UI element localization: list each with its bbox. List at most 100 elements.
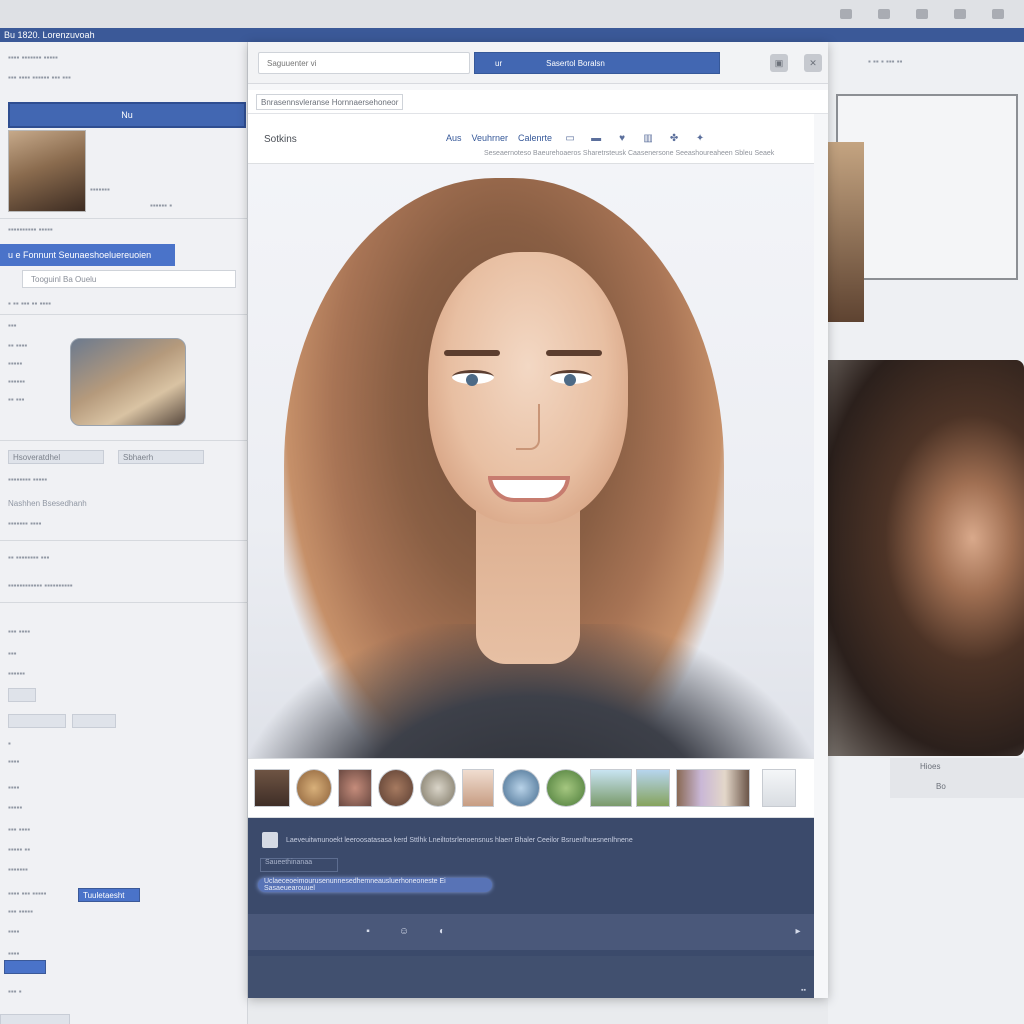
photo-brow xyxy=(546,350,602,356)
sidebar-row: ▪▪▪ xyxy=(8,320,17,330)
sidebar-row: ▪▪▪▪ xyxy=(8,782,20,792)
sidebar-row: ▪▪▪ xyxy=(8,648,17,658)
profile-thumbnail[interactable] xyxy=(8,130,86,212)
thumb-round-4[interactable] xyxy=(502,769,540,807)
sticker-icon[interactable]: ◐ xyxy=(436,926,448,938)
sidebar-row: ▪ xyxy=(8,738,11,748)
photo-mouth xyxy=(488,476,570,502)
share-icon[interactable]: ✤ xyxy=(666,132,682,144)
modal-toolbar: ur Sasertol Boralsn ▣ ✕ xyxy=(248,42,828,84)
sidebar-chip[interactable] xyxy=(0,1014,70,1024)
divider xyxy=(0,540,248,541)
thumb-portrait-1[interactable] xyxy=(254,769,290,807)
modal-action-button[interactable]: ur Sasertol Boralsn xyxy=(474,52,720,74)
tag-icon[interactable]: ▬ xyxy=(588,132,604,144)
selected-item-label: u e Fonnunt Seunaeshoeluereuoien xyxy=(8,250,152,260)
sidebar-row: ▪▪▪▪▪▪▪▪▪▪ ▪▪▪▪▪ xyxy=(8,224,53,234)
nav-item[interactable]: Calenrte xyxy=(518,133,552,143)
thumb-round-1[interactable] xyxy=(296,769,332,807)
sidebar-row: ▪▪▪▪▪ ▪▪ xyxy=(8,844,31,854)
post-thumbnail[interactable] xyxy=(70,338,186,426)
divider xyxy=(0,602,248,603)
grid-icon[interactable]: ▥ xyxy=(640,132,656,144)
photo-attach-icon[interactable]: ▪ xyxy=(362,926,374,938)
thumb-landscape-1[interactable] xyxy=(590,769,632,807)
sidebar-row: ▪▪▪▪▪▪ xyxy=(8,376,26,386)
sidebar-row: ▪▪▪▪▪ xyxy=(8,358,23,368)
comment-suggestion-pill[interactable]: Uclaeceoeimourusenunnesedhemneausluerhon… xyxy=(258,878,492,892)
close-icon[interactable]: ✕ xyxy=(804,54,822,72)
nav-item[interactable]: Veuhrner xyxy=(472,133,509,143)
sidebar-row: ▪▪▪▪▪ xyxy=(8,802,23,812)
breadcrumb-text: Bnrasennsvleranse Hornnaersehoneor xyxy=(261,97,399,107)
sidebar-chip[interactable]: Hsoveratdhel xyxy=(8,450,104,464)
modal-action-prefix: ur xyxy=(495,58,503,68)
top-navbar: Bu 1820. Lorenzuvoah xyxy=(0,28,1024,42)
footer-mark: ▪▪ xyxy=(801,987,806,994)
thumb-landscape-4[interactable] xyxy=(762,769,796,807)
emoji-icon[interactable]: ☺ xyxy=(398,926,410,938)
profile-icon[interactable] xyxy=(916,9,928,19)
photo-viewer-modal: ur Sasertol Boralsn ▣ ✕ Bnrasennsvlerans… xyxy=(248,42,828,998)
like-icon[interactable]: ♥ xyxy=(614,132,630,144)
sidebar-search-input[interactable]: Tooguinl Ba Ouelu xyxy=(22,270,236,288)
right-photo[interactable] xyxy=(818,360,1024,756)
avatar[interactable] xyxy=(262,832,278,848)
thumb-landscape-2[interactable] xyxy=(636,769,670,807)
sidebar-row: ▪▪▪▪ xyxy=(8,926,20,936)
sidebar-chip[interactable] xyxy=(8,688,36,702)
sidebar-row: ▪▪▪▪▪▪▪▪▪▪▪▪ ▪▪▪▪▪▪▪▪▪▪ xyxy=(8,580,73,590)
sidebar-chip[interactable] xyxy=(72,714,116,728)
selected-item[interactable]: u e Fonnunt Seunaeshoeluereuoien xyxy=(0,244,175,266)
more-icon[interactable]: ✦ xyxy=(692,132,708,144)
thumb-landscape-3[interactable] xyxy=(676,769,750,807)
sidebar-row: ▪ ▪▪ ▪▪▪ ▪▪ ▪▪▪▪ xyxy=(8,298,51,308)
image-icon[interactable]: ▭ xyxy=(562,132,578,144)
right-row: ▪ ▪▪ ▪ ▪▪▪ ▪▪ xyxy=(868,56,903,66)
thumb-round-5[interactable] xyxy=(546,769,586,807)
settings-icon[interactable] xyxy=(954,9,966,19)
breadcrumb-bar: Bnrasennsvleranse Hornnaersehoneor xyxy=(248,90,828,114)
sidebar-row: ▪▪ ▪▪▪▪▪▪▪▪ ▪▪▪ xyxy=(8,552,50,562)
divider xyxy=(0,218,248,219)
expand-icon[interactable]: ▸ xyxy=(792,926,804,938)
sidebar-row: ▪▪▪▪▪▪▪ xyxy=(8,864,28,874)
sidebar-caption: Nashhen Bsesedhanh xyxy=(8,498,87,508)
sidebar-row: ▪▪▪ ▪ xyxy=(8,986,22,996)
comment-actions: ▪ ☺ ◐ ▸ xyxy=(248,914,814,950)
comment-input-placeholder: Saueethinanaa xyxy=(265,859,313,866)
sidebar-chip-text: Sbhaerh xyxy=(123,452,154,462)
comment-input[interactable]: Saueethinanaa xyxy=(260,858,338,872)
bookmark-icon[interactable] xyxy=(878,9,890,19)
photo-nav: Aus Veuhrner Calenrte ▭ ▬ ♥ ▥ ✤ ✦ xyxy=(446,132,708,144)
nav-item[interactable]: Aus xyxy=(446,133,462,143)
sidebar-row: ▪▪▪▪▪▪ xyxy=(8,668,26,678)
breadcrumb[interactable]: Bnrasennsvleranse Hornnaersehoneor xyxy=(256,94,404,110)
sidebar-row: ▪▪▪ ▪▪▪▪ xyxy=(8,824,31,834)
thumb-portrait-3[interactable] xyxy=(462,769,494,807)
menu-icon[interactable] xyxy=(992,9,1004,19)
photo-nose xyxy=(516,404,540,450)
camera-icon[interactable]: ▣ xyxy=(770,54,788,72)
sidebar-chip[interactable] xyxy=(8,714,66,728)
sidebar-row: ▪▪▪▪ xyxy=(8,756,20,766)
window-titlebar xyxy=(0,0,1024,28)
main-photo[interactable] xyxy=(248,164,814,758)
thumb-round-2[interactable] xyxy=(378,769,414,807)
modal-footer: ▪▪ xyxy=(248,956,814,998)
right-side-strip xyxy=(828,142,864,322)
tab-icon[interactable] xyxy=(840,9,852,19)
sidebar-chip[interactable]: Sbhaerh xyxy=(118,450,204,464)
sidebar-tag[interactable]: Tuuletaesht xyxy=(78,888,140,902)
sidebar-row: ▪▪▪▪▪▪▪ ▪▪▪▪ xyxy=(8,518,42,528)
right-caption-2: Bo xyxy=(936,782,946,791)
sidebar-search-placeholder: Tooguinl Ba Ouelu xyxy=(31,274,97,284)
photo-header: Sotkins Aus Veuhrner Calenrte ▭ ▬ ♥ ▥ ✤ … xyxy=(248,114,814,164)
thumb-round-3[interactable] xyxy=(420,769,456,807)
sidebar-header[interactable]: Nu xyxy=(8,102,246,128)
sidebar-tag[interactable] xyxy=(4,960,46,974)
modal-search-input[interactable] xyxy=(258,52,470,74)
comment-text: Laeveuitwnunoekt leeroosatasasa kerd Stt… xyxy=(286,836,633,844)
sidebar-tag-text: Tuuletaesht xyxy=(83,890,125,900)
thumb-portrait-2[interactable] xyxy=(338,769,372,807)
